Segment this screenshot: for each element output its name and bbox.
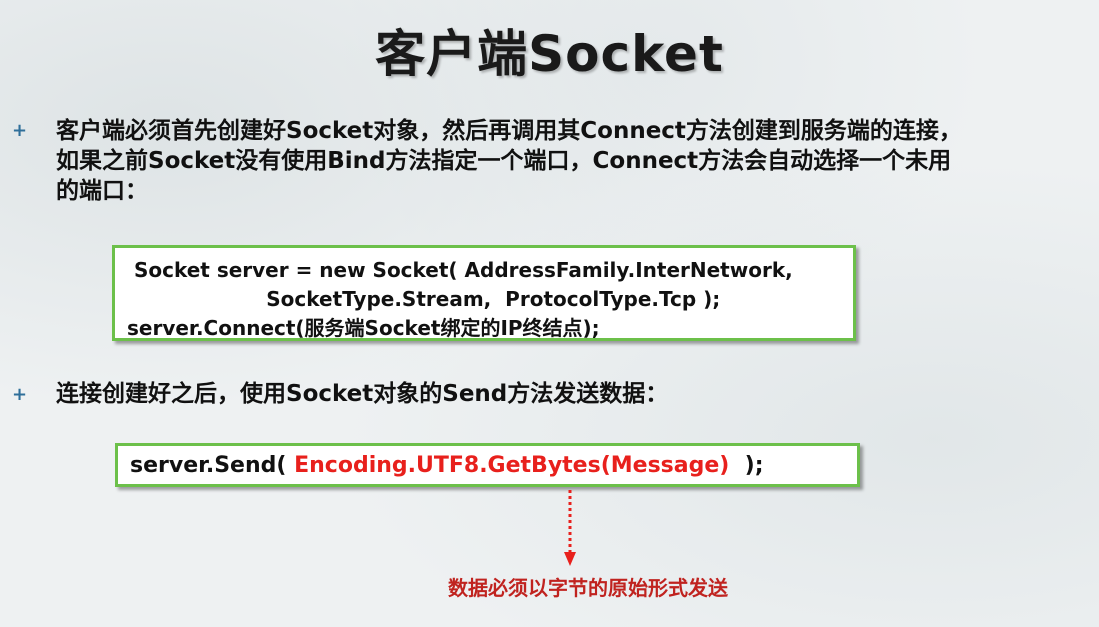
bullet-paragraph-1: 客户端必须首先创建好Socket对象，然后再调用其Connect方法创建到服务端… — [56, 116, 1076, 206]
bullet-1-line-2: 如果之前Socket没有使用Bind方法指定一个端口，Connect方法会自动选… — [56, 148, 952, 174]
dotted-down-arrow-icon — [564, 490, 576, 566]
send-note: 数据必须以字节的原始形式发送 — [448, 576, 728, 600]
bullet-marker-1: + — [12, 120, 28, 141]
send-prefix: server.Send( — [130, 453, 295, 478]
code-line-1: Socket server = new Socket( AddressFamil… — [127, 258, 793, 282]
code-line-3: server.Connect(服务端Socket绑定的IP终结点); — [127, 316, 600, 340]
bullet-paragraph-2: 连接创建好之后，使用Socket对象的Send方法发送数据： — [56, 379, 1076, 409]
bullet-1-line-3: 的端口： — [56, 178, 148, 204]
code-block-send: server.Send( Encoding.UTF8.GetBytes(Mess… — [115, 443, 860, 487]
bullet-2-line-1: 连接创建好之后，使用Socket对象的Send方法发送数据： — [56, 381, 669, 407]
send-highlight: Encoding.UTF8.GetBytes(Message) — [294, 453, 737, 478]
bullet-1-line-1: 客户端必须首先创建好Socket对象，然后再调用其Connect方法创建到服务端… — [56, 118, 962, 144]
slide-title: 客户端Socket — [375, 25, 724, 83]
code-block-socket-connect: Socket server = new Socket( AddressFamil… — [112, 245, 856, 341]
send-suffix: ); — [736, 453, 764, 478]
bullet-marker-2: + — [12, 384, 28, 405]
code-line-2: SocketType.Stream, ProtocolType.Tcp ); — [127, 287, 721, 311]
